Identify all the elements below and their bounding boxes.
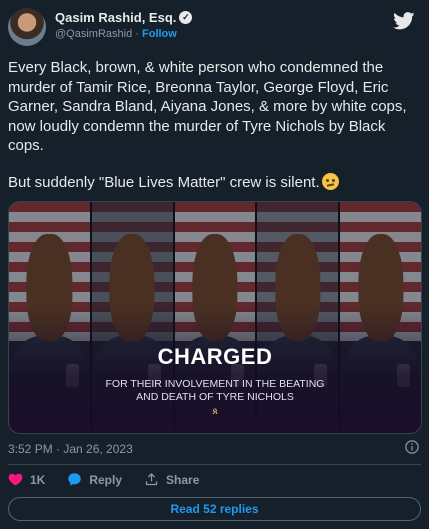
like-button[interactable]: 1K bbox=[8, 472, 45, 487]
separator-dot: · bbox=[135, 28, 139, 40]
action-bar: 1K Reply Share bbox=[8, 472, 221, 487]
avatar[interactable] bbox=[8, 8, 46, 46]
verified-badge-icon: ✓ bbox=[179, 11, 193, 24]
reply-label: Reply bbox=[89, 472, 123, 487]
tweet-paragraph: But suddenly "Blue Lives Matter" crew is… bbox=[8, 173, 320, 191]
read-replies-button[interactable]: Read 52 replies bbox=[8, 497, 421, 521]
info-icon[interactable] bbox=[405, 440, 419, 454]
thinking-face-icon bbox=[321, 172, 339, 190]
heart-icon bbox=[8, 473, 23, 486]
media-image[interactable]: CHARGED FOR THEIR INVOLVEMENT IN THE BEA… bbox=[8, 201, 422, 434]
share-icon bbox=[145, 472, 158, 486]
twitter-bird-icon[interactable] bbox=[393, 12, 415, 30]
tweet-timestamp[interactable]: 3:52 PM · Jan 26, 2023 bbox=[8, 442, 133, 456]
like-count: 1K bbox=[30, 472, 46, 487]
tweet-card: Qasim Rashid, Esq. ✓ @QasimRashid · Foll… bbox=[0, 0, 429, 529]
reply-button[interactable]: Reply bbox=[67, 472, 122, 487]
media-subline-2: AND DEATH OF TYRE NICHOLS bbox=[136, 391, 294, 403]
tweet-paragraph: Every Black, brown, & white person who c… bbox=[8, 59, 407, 154]
share-label: Share bbox=[166, 472, 200, 487]
media-subline: FOR THEIR INVOLVEMENT IN THE BEATING AND… bbox=[9, 378, 421, 404]
tweet-header: Qasim Rashid, Esq. ✓ @QasimRashid · Foll… bbox=[8, 8, 421, 48]
divider bbox=[8, 464, 421, 465]
author-block: Qasim Rashid, Esq. ✓ @QasimRashid · Foll… bbox=[55, 10, 193, 40]
media-headline: CHARGED bbox=[157, 344, 273, 369]
reply-bubble-icon bbox=[68, 473, 82, 486]
media-watermark: 𝕶 bbox=[212, 407, 218, 416]
author-name[interactable]: Qasim Rashid, Esq. bbox=[55, 10, 176, 25]
tweet-text: Every Black, brown, & white person who c… bbox=[8, 58, 419, 209]
share-button[interactable]: Share bbox=[144, 472, 199, 487]
follow-button[interactable]: Follow bbox=[142, 28, 177, 40]
media-subline-1: FOR THEIR INVOLVEMENT IN THE BEATING bbox=[105, 378, 325, 390]
author-handle[interactable]: @QasimRashid bbox=[55, 28, 132, 40]
